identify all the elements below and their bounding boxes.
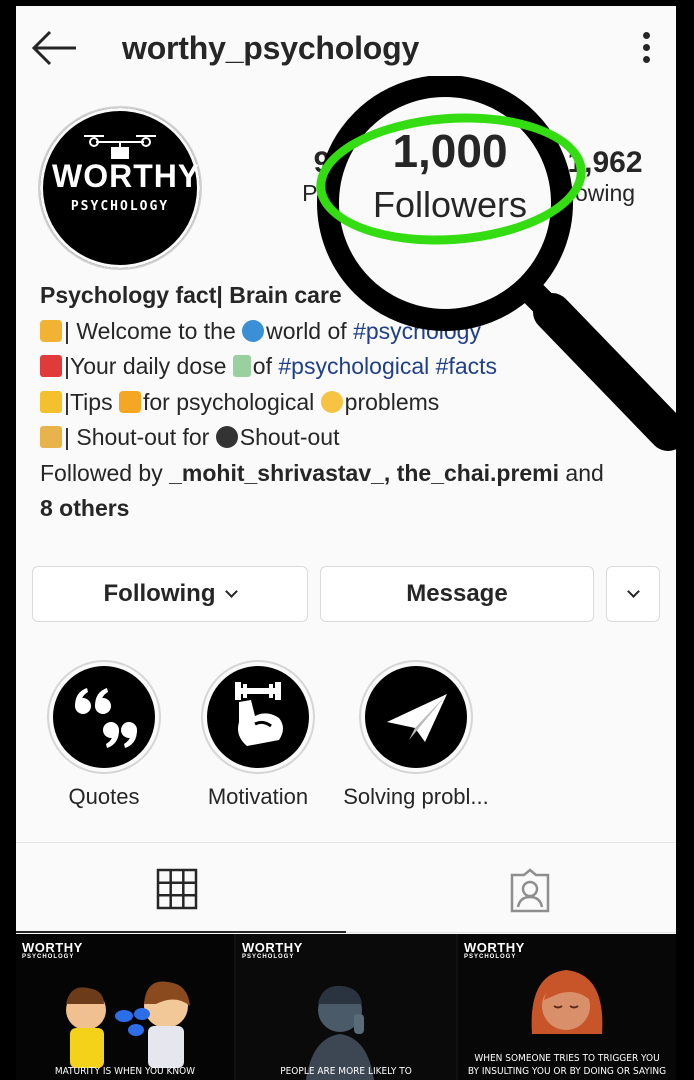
hashtag-psychology[interactable]: #psychology: [353, 318, 481, 344]
highlight-label: Solving probl...: [343, 784, 489, 809]
post-brand: WORTHY PSYCHOLOGY: [464, 940, 525, 960]
top-bar: worthy_psychology: [16, 6, 676, 94]
grid-icon: [156, 868, 198, 910]
bio-name: Psychology fact| Brain care: [40, 282, 342, 308]
pointing-hand-icon: [118, 390, 141, 413]
back-arrow-icon[interactable]: [30, 28, 80, 68]
profile-bio: Psychology fact| Brain care | Welcome to…: [40, 278, 660, 527]
profile-screen: worthy_psychology WORTHY PSYCHOLOGY 9 Po…: [16, 6, 676, 1080]
bio-line-2: |Your daily dose of #psychological #fact…: [40, 349, 660, 385]
bio-line-4: | Shout-out for Shout-out: [40, 420, 660, 456]
post-thumbnail[interactable]: WORTHY PSYCHOLOGY MATURITY IS WHEN YOU KN…: [16, 934, 234, 1080]
suggested-accounts-button[interactable]: [606, 566, 660, 622]
post-brand: WORTHY PSYCHOLOGY: [22, 940, 83, 960]
post-thumbnail[interactable]: WORTHY PSYCHOLOGY PEOPLE ARE MORE LIKELY …: [236, 934, 456, 1080]
highlight-motivation[interactable]: Motivation: [188, 660, 328, 810]
hashtag-psychological[interactable]: #psychological: [278, 353, 429, 379]
bio-line-3: |Tips for psychological problems: [40, 385, 660, 421]
quote-marks-icon: [75, 688, 137, 748]
followed-by: Followed by _mohit_shrivastav_, the_chai…: [40, 459, 604, 486]
more-vertical-icon[interactable]: [632, 28, 660, 72]
profile-avatar[interactable]: WORTHY PSYCHOLOGY: [38, 106, 202, 270]
speaking-head-icon: [215, 426, 238, 448]
tagged-person-icon: [510, 868, 550, 913]
flexed-arm-dumbbell-icon: [235, 682, 283, 746]
bio-line-1: | Welcome to the world of #psychology: [40, 314, 660, 350]
hashtag-facts[interactable]: #facts: [436, 353, 497, 379]
chevron-down-icon: [225, 584, 239, 598]
highlight-label: Motivation: [207, 784, 309, 809]
paper-plane-icon: [387, 694, 447, 742]
folded-hands-icon: [40, 319, 62, 342]
highlight-solving-problems[interactable]: Solving probl...: [326, 660, 506, 810]
screaming-face-icon: [320, 390, 343, 413]
profile-username: worthy_psychology: [122, 30, 420, 66]
crown-icon: [40, 390, 62, 413]
followed-others-link[interactable]: 8 others: [40, 491, 660, 527]
logo-subtext: PSYCHOLOGY: [70, 199, 170, 214]
tab-tagged[interactable]: [346, 843, 676, 933]
post-caption: MATURITY IS WHEN YOU KNOW: [54, 1066, 196, 1077]
globe-icon: [242, 319, 265, 342]
followed-user-link[interactable]: _mohit_shrivastav_: [169, 460, 384, 486]
tab-grid[interactable]: [16, 843, 346, 933]
party-popper-icon: [40, 426, 62, 448]
followed-user-link[interactable]: the_chai.premi: [397, 460, 559, 486]
post-brand: WORTHY PSYCHOLOGY: [242, 940, 303, 960]
following-button[interactable]: Following: [32, 566, 308, 622]
profile-tabs: [16, 842, 676, 933]
logo-text: WORTHY: [52, 158, 201, 194]
post-thumbnail[interactable]: WORTHY PSYCHOLOGY WHEN SOMEONE TRIES TO T…: [458, 934, 676, 1080]
hundred-points-icon: [40, 355, 62, 377]
message-button[interactable]: Message: [320, 566, 594, 622]
syringe-icon: [232, 355, 251, 377]
chevron-down-icon: [626, 584, 640, 598]
highlight-quotes[interactable]: Quotes: [34, 660, 174, 810]
post-caption: PEOPLE ARE MORE LIKELY TO: [280, 1066, 412, 1077]
posts-grid: WORTHY PSYCHOLOGY MATURITY IS WHEN YOU KN…: [16, 934, 676, 1080]
highlight-label: Quotes: [68, 784, 140, 809]
post-caption: WHEN SOMEONE TRIES TO TRIGGER YOU BY INSU…: [467, 1053, 667, 1077]
